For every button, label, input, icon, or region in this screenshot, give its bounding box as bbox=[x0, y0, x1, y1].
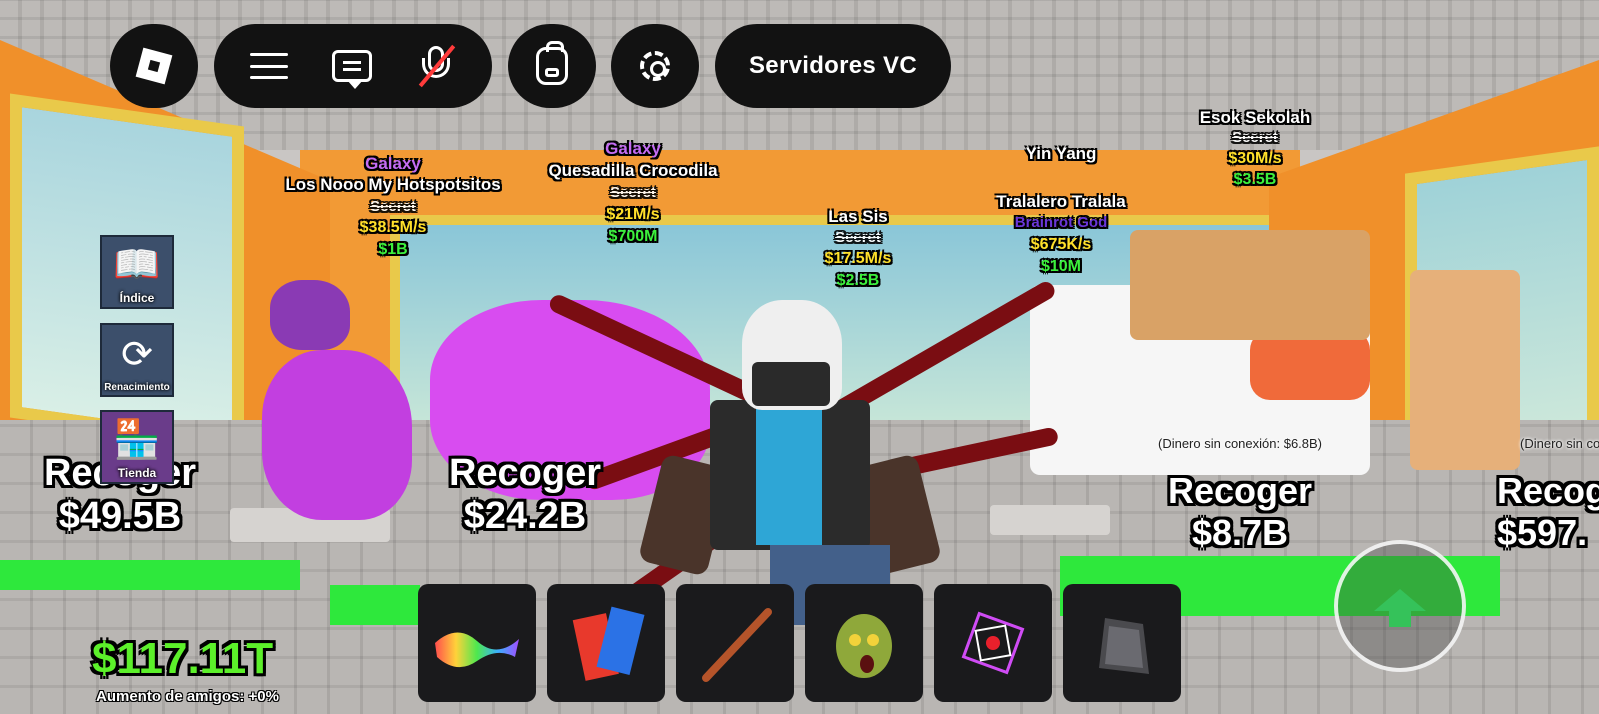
player-mask bbox=[752, 362, 830, 406]
grass-strip bbox=[0, 560, 300, 590]
index-label: Índice bbox=[119, 291, 155, 305]
offline-money-label: (Dinero sin conexión: $6.8B) bbox=[1157, 436, 1323, 451]
mutation-label: Yin Yang bbox=[1025, 144, 1097, 163]
purple-cube-icon bbox=[961, 611, 1025, 675]
zombie-head-icon bbox=[836, 614, 892, 678]
income-rate: $675K/s bbox=[1030, 236, 1092, 253]
jump-button[interactable] bbox=[1334, 540, 1466, 672]
rarity-label: Secret bbox=[835, 229, 881, 246]
book-icon: 📖 bbox=[113, 241, 161, 286]
roblox-logo-icon bbox=[135, 47, 173, 85]
price-label: $700M bbox=[608, 228, 658, 245]
income-rate: $17.5M/s bbox=[824, 250, 892, 267]
collect-label: Recoger bbox=[1167, 470, 1313, 511]
price-label: $10M bbox=[1040, 258, 1082, 275]
hotbar-slot-4[interactable] bbox=[805, 584, 923, 702]
backpack-icon bbox=[536, 41, 568, 85]
rarity-label: Secret bbox=[1232, 129, 1278, 146]
collect-label: Recoger bbox=[448, 452, 602, 494]
voice-servers-label: Servidores VC bbox=[749, 52, 917, 79]
brainrot-model-hotspotsitos bbox=[262, 350, 412, 520]
hotbar-slot-6[interactable] bbox=[1063, 584, 1181, 702]
chat-icon[interactable] bbox=[332, 50, 372, 89]
offline-money-label: (Dinero sin conexi bbox=[1520, 436, 1599, 451]
hotbar-slot-1[interactable] bbox=[418, 584, 536, 702]
rebirth-button[interactable]: ⟳ Renacimiento bbox=[100, 323, 174, 397]
mic-muted-icon[interactable] bbox=[416, 44, 456, 88]
income-rate: $21M/s bbox=[606, 206, 660, 223]
rebirth-label: Renacimiento bbox=[104, 382, 170, 393]
baseball-bat-icon bbox=[702, 608, 772, 682]
index-button[interactable]: 📖 Índice bbox=[100, 235, 174, 309]
flying-carpet-icon bbox=[435, 632, 519, 668]
hotbar-slot-5[interactable] bbox=[934, 584, 1052, 702]
brainrot-name: Los Nooo My Hotspotsitos bbox=[285, 175, 501, 194]
price-label: $1B bbox=[378, 241, 408, 258]
settings-button[interactable] bbox=[611, 24, 699, 108]
hotbar-slot-3[interactable] bbox=[676, 584, 794, 702]
rarity-label: Brainrot God bbox=[1014, 214, 1108, 231]
gear-icon bbox=[640, 51, 670, 81]
grass-strip bbox=[330, 585, 420, 625]
collect-amount: $49.5B bbox=[58, 495, 182, 537]
wifi-signal-model bbox=[270, 280, 350, 350]
price-label: $2.5B bbox=[836, 272, 880, 289]
income-rate: $30M/s bbox=[1228, 150, 1282, 167]
collect-label: Recog bbox=[1497, 470, 1599, 511]
brainrot-name: Quesadilla Crocodila bbox=[548, 161, 718, 180]
collect-pad-4[interactable]: Recog $597. bbox=[1497, 470, 1599, 554]
income-rate: $38.5M/s bbox=[359, 219, 427, 236]
money-display: $117.11T bbox=[92, 634, 274, 683]
store-icon: 🏪 bbox=[113, 416, 161, 461]
collect-amount: $8.7B bbox=[1191, 512, 1289, 553]
shop-label: Tienda bbox=[117, 466, 157, 480]
pedestal bbox=[990, 505, 1110, 535]
topbar-group bbox=[214, 24, 492, 108]
refresh-icon: ⟳ bbox=[121, 331, 153, 376]
shop-button[interactable]: 🏪 Tienda bbox=[100, 410, 174, 484]
collect-pad-2[interactable]: Recoger $24.2B bbox=[449, 452, 601, 538]
backpack-button[interactable] bbox=[508, 24, 596, 108]
roblox-menu-button[interactable] bbox=[110, 24, 198, 108]
hotbar-slot-2[interactable] bbox=[547, 584, 665, 702]
friend-boost-label: Aumento de amigos: +0% bbox=[96, 688, 279, 705]
brainrot-model-esok-sekolah bbox=[1130, 230, 1370, 340]
brainrot-name: Las Sis bbox=[828, 207, 888, 226]
arrow-up-icon bbox=[1374, 589, 1426, 627]
mutation-label: Galaxy bbox=[605, 139, 661, 158]
collect-amount: $597. bbox=[1497, 512, 1588, 553]
voice-servers-button[interactable]: Servidores VC bbox=[715, 24, 951, 108]
rarity-label: Secret bbox=[370, 198, 416, 215]
player-shirt bbox=[756, 405, 822, 545]
blue-red-figure-icon bbox=[572, 606, 645, 681]
brainrot-model-right bbox=[1410, 270, 1520, 470]
collect-pad-3[interactable]: Recoger $8.7B bbox=[1168, 470, 1312, 554]
price-label: $3.5B bbox=[1233, 171, 1277, 188]
brainrot-name: Esok Sekolah bbox=[1199, 108, 1311, 127]
mutation-label: Galaxy bbox=[365, 154, 421, 173]
brainrot-name: Tralalero Tralala bbox=[996, 192, 1126, 211]
rarity-label: Secret bbox=[610, 184, 656, 201]
dark-cloak-icon bbox=[1099, 618, 1149, 674]
hamburger-menu-icon[interactable] bbox=[250, 53, 288, 79]
collect-amount: $24.2B bbox=[463, 495, 587, 537]
shark-mouth bbox=[1250, 330, 1370, 400]
